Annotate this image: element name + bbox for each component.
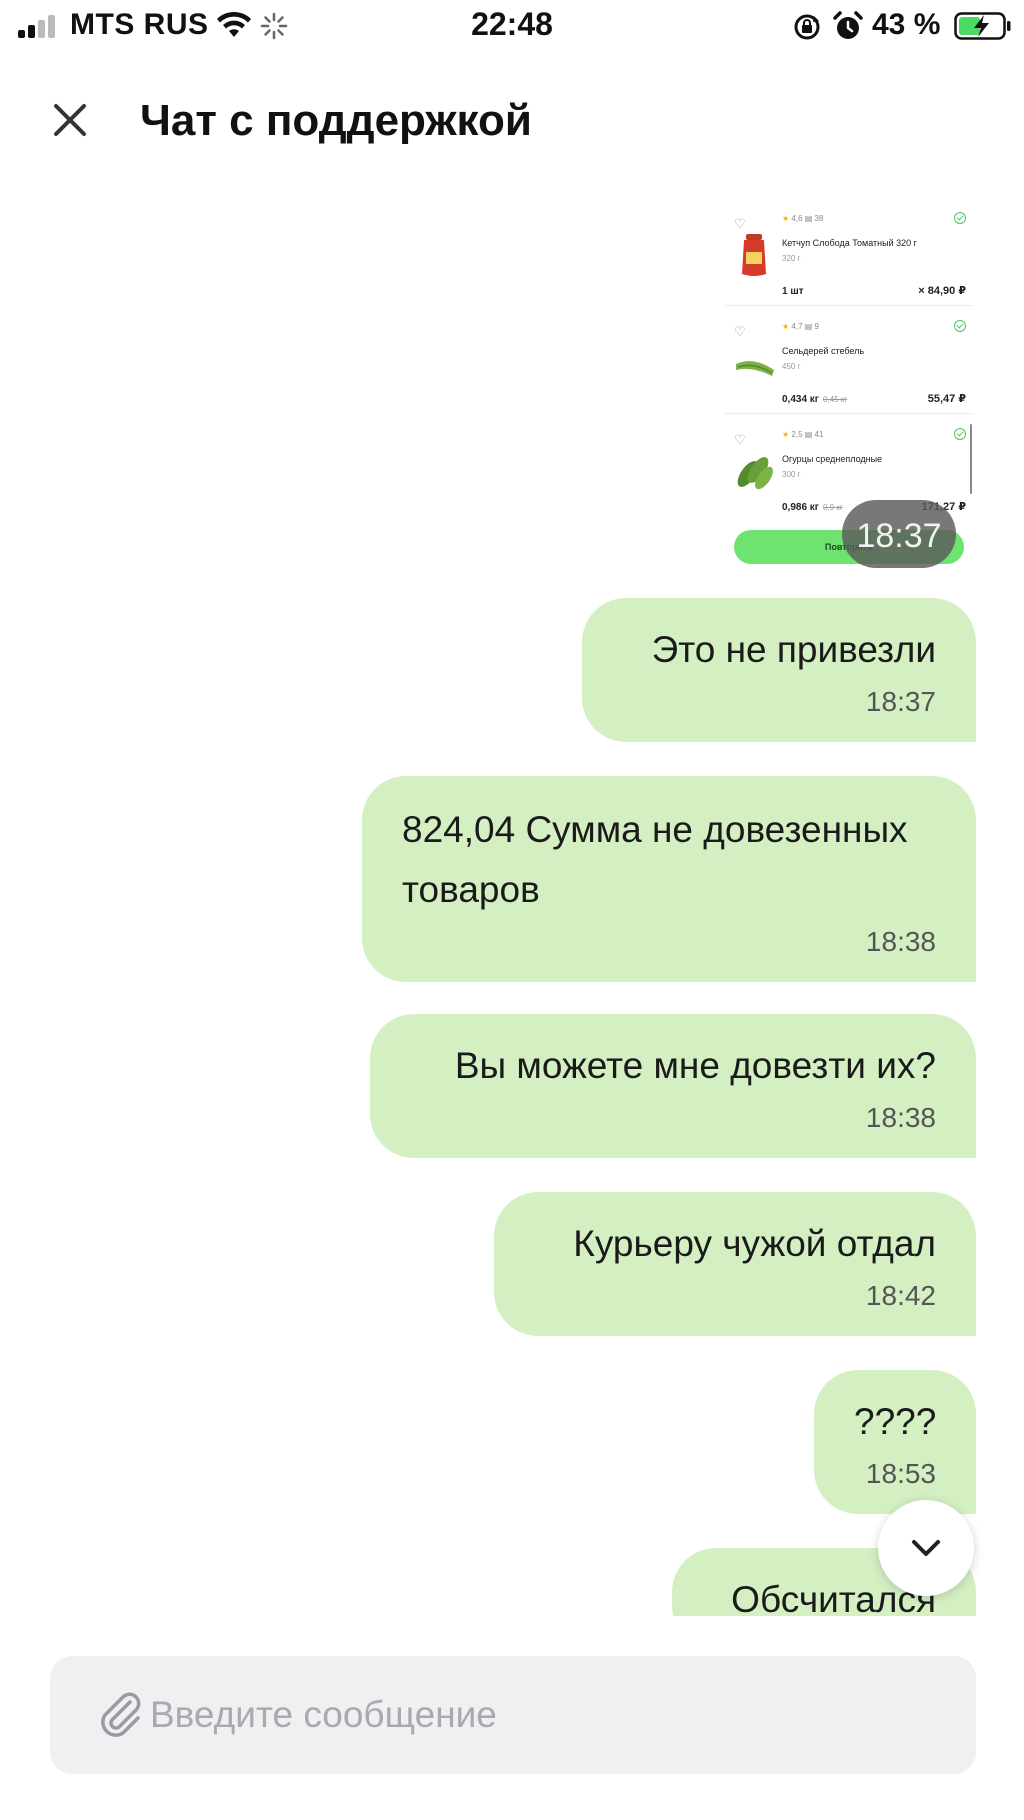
product-price: 55,47 ₽	[927, 393, 966, 405]
heart-icon: ♡	[734, 216, 746, 231]
product-name: Огурцы среднеплодные	[782, 454, 883, 464]
message-text: Вы можете мне довезти их?	[454, 1045, 936, 1086]
product-rating: 4,7	[791, 322, 803, 331]
heart-icon: ♡	[734, 324, 746, 339]
check-icon	[954, 428, 966, 440]
page-title: Чат с поддержкой	[140, 96, 532, 145]
message-time: 18:42	[865, 1280, 936, 1311]
attachment-scrollbar	[970, 424, 972, 494]
cucumber-image	[737, 457, 773, 490]
product-price: × 84,90 ₽	[918, 285, 966, 297]
product-qty-old: 0,45 кг	[822, 395, 848, 404]
paperclip-icon[interactable]	[92, 1686, 148, 1742]
message-bubble[interactable]: Курьеру чужой отдал 18:42	[494, 1192, 976, 1336]
close-button[interactable]	[44, 94, 96, 146]
product-reviews: 41	[814, 430, 824, 439]
message-time: 18:53	[865, 1458, 936, 1489]
product-reviews: 9	[814, 322, 819, 331]
product-qty: 0,986 кг 0,9 кг	[782, 502, 843, 513]
product-qty: 0,434 кг 0,45 кг	[782, 394, 848, 405]
product-weight: 320 г	[782, 254, 801, 263]
message-text: Курьеру чужой отдал	[573, 1223, 936, 1264]
ketchup-image	[742, 234, 766, 276]
product-rating: 4,6	[791, 214, 803, 223]
chat-messages[interactable]: ♡ ★ 4,6 ▤ 38 Кетчуп Слобода Томатный 320…	[0, 180, 1024, 1616]
message-input-bar	[50, 1656, 976, 1774]
star-icon: ★	[782, 322, 790, 331]
product-item: ♡ ★ 4,6 ▤ 38 Кетчуп Слобода Томатный 320…	[724, 202, 974, 306]
message-text: ????	[854, 1401, 937, 1442]
message-bubble[interactable]: Это не привезли 18:37	[582, 598, 976, 742]
attachment-time: 18:37	[856, 517, 941, 555]
message-time: 18:37	[865, 686, 936, 717]
product-qty-old: 0,9 кг	[822, 503, 843, 512]
product-weight: 450 г	[782, 362, 801, 371]
star-icon: ★	[782, 430, 790, 439]
product-item: ♡ ★ 4,7 ▤ 9 Сельдерей стебель 450 г 0,43…	[724, 310, 974, 414]
product-weight: 300 г	[782, 470, 801, 479]
battery-charging-icon	[954, 12, 1011, 40]
heart-icon: ♡	[734, 432, 746, 447]
product-name: Сельдерей стебель	[782, 346, 865, 356]
alarm-icon	[833, 11, 863, 39]
product-reviews: 38	[814, 214, 824, 223]
scroll-to-bottom-button[interactable]	[878, 1500, 974, 1596]
star-icon: ★	[782, 214, 790, 223]
celery-image	[736, 361, 774, 376]
message-bubble[interactable]: 824,04 Сумма не довезенных товаров 18:38	[362, 776, 976, 982]
message-text: 824,04 Сумма не довезенных товаров	[402, 809, 908, 910]
message-bubble[interactable]: ???? 18:53	[814, 1370, 976, 1514]
message-text: Это не привезли	[651, 629, 936, 670]
message-bubble[interactable]: Вы можете мне довезти их? 18:38	[370, 1014, 976, 1158]
status-time: 22:48	[471, 6, 553, 42]
chevron-down-icon	[912, 1540, 940, 1556]
close-icon	[54, 104, 86, 136]
product-name: Кетчуп Слобода Томатный 320 г	[782, 238, 917, 248]
status-bar: MTS RUS 22:48 43 %	[0, 0, 1024, 56]
rotation-lock-icon	[794, 14, 820, 40]
message-time: 18:38	[865, 926, 936, 957]
product-rating: 2,5	[791, 430, 803, 439]
attachment-time-badge: 18:37	[842, 500, 956, 568]
check-icon	[954, 320, 966, 332]
message-time: 18:38	[865, 1102, 936, 1133]
check-icon	[954, 212, 966, 224]
product-qty: 1 шт	[782, 286, 804, 297]
chat-header: Чат с поддержкой	[0, 72, 1024, 168]
battery-percentage: 43 %	[872, 8, 941, 41]
message-input[interactable]	[150, 1676, 950, 1754]
